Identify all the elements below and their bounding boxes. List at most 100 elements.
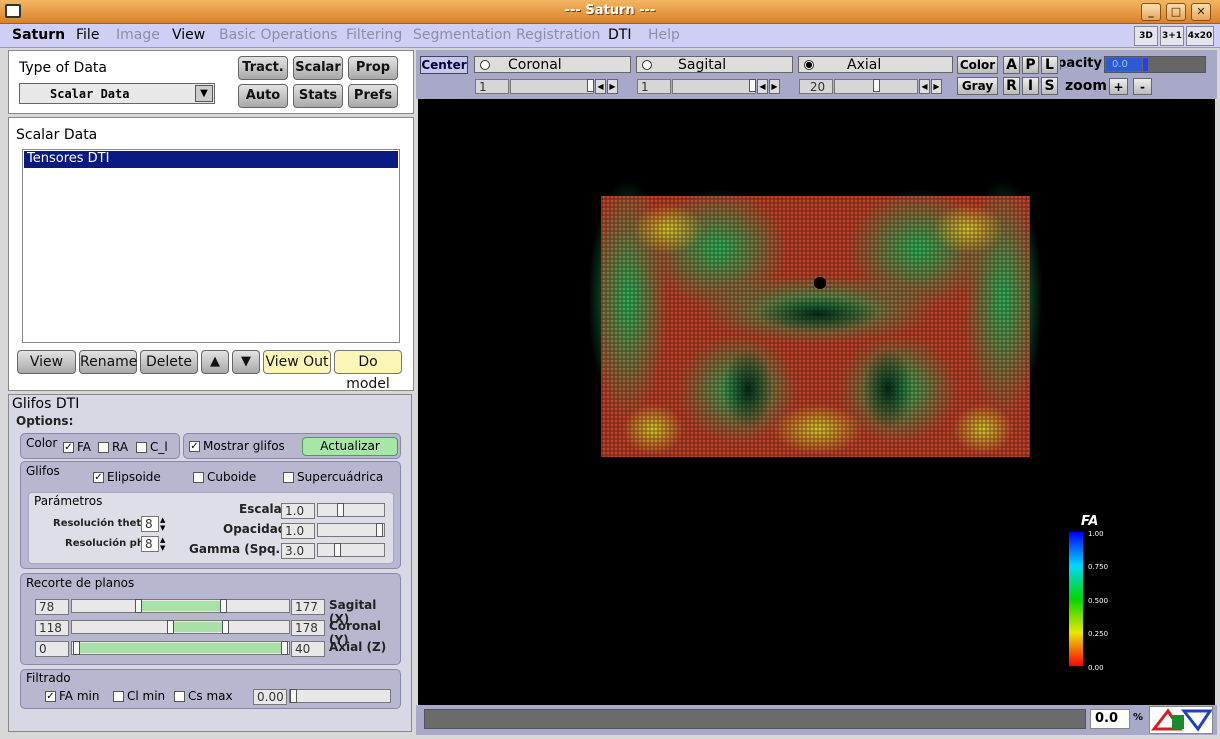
- menu-saturn[interactable]: Saturn: [12, 27, 65, 43]
- move-up-button[interactable]: ▲: [201, 350, 229, 374]
- move-down-button[interactable]: ▼: [232, 350, 260, 374]
- cuboide-checkbox[interactable]: [193, 472, 204, 483]
- fa-min-checkbox[interactable]: ✓: [45, 691, 56, 702]
- coronal-plane-toggle[interactable]: Coronal: [474, 56, 631, 73]
- menu-filtering[interactable]: Filtering: [346, 27, 402, 43]
- center-button[interactable]: Center: [420, 56, 468, 74]
- slider-thumb[interactable]: [873, 79, 880, 92]
- slider-thumb[interactable]: [334, 543, 341, 557]
- sagital-slice-slider[interactable]: [672, 79, 756, 94]
- gamma-value[interactable]: 3.0: [281, 543, 315, 559]
- coronal-min[interactable]: 118: [35, 620, 69, 636]
- menu-registration[interactable]: Registration: [516, 27, 600, 43]
- opacidad-slider[interactable]: [317, 523, 385, 537]
- orient-s-button[interactable]: S: [1041, 77, 1058, 95]
- view-3plus1-button[interactable]: 3+1: [1160, 26, 1184, 46]
- menu-basic-operations[interactable]: Basic Operations: [219, 27, 337, 43]
- axial-plane-toggle[interactable]: ● Axial: [798, 56, 953, 73]
- gamma-slider[interactable]: [317, 543, 385, 557]
- slider-thumb-min[interactable]: [167, 620, 174, 634]
- fa-checkbox[interactable]: ✓: [63, 442, 74, 453]
- view-button[interactable]: View: [17, 350, 76, 374]
- sagital-next-icon[interactable]: ▶: [769, 79, 780, 94]
- menu-file[interactable]: File: [76, 27, 99, 43]
- coronal-radio[interactable]: [480, 60, 490, 70]
- slider-thumb[interactable]: [376, 523, 383, 537]
- sagital-min[interactable]: 78: [35, 599, 69, 615]
- coronal-max[interactable]: 178: [291, 620, 325, 636]
- axial-next-icon[interactable]: ▶: [931, 79, 942, 94]
- coronal-prev-icon[interactable]: ◀: [595, 79, 606, 94]
- maximize-button[interactable]: □: [1166, 3, 1186, 21]
- auto-button[interactable]: Auto: [238, 84, 288, 108]
- slider-thumb-min[interactable]: [73, 641, 80, 655]
- cl-min-checkbox[interactable]: [113, 691, 124, 702]
- gray-button[interactable]: Gray: [957, 77, 998, 95]
- sagital-slice-value[interactable]: 1: [637, 79, 671, 94]
- axial-min[interactable]: 0: [35, 641, 69, 657]
- orient-i-button[interactable]: I: [1022, 77, 1039, 95]
- color-button[interactable]: Color: [957, 56, 998, 74]
- view-3d-button[interactable]: 3D: [1134, 26, 1158, 46]
- slider-thumb[interactable]: [290, 689, 297, 703]
- prop-button[interactable]: Prop: [348, 56, 398, 80]
- res-theta-spinner[interactable]: ▲ ▼: [160, 516, 170, 532]
- slider-thumb-min[interactable]: [135, 599, 142, 613]
- do-model-button[interactable]: Do model: [334, 350, 402, 392]
- sagital-prev-icon[interactable]: ◀: [757, 79, 768, 94]
- zoom-in-button[interactable]: +: [1109, 78, 1128, 95]
- tract-button[interactable]: Tract.: [238, 56, 288, 80]
- cs-max-checkbox[interactable]: [174, 691, 185, 702]
- slider-thumb-max[interactable]: [220, 599, 227, 613]
- coronal-range-slider[interactable]: [71, 620, 290, 634]
- axial-max[interactable]: 40: [291, 641, 325, 657]
- delete-button[interactable]: Delete: [140, 350, 198, 374]
- menu-dti[interactable]: DTI: [608, 27, 631, 43]
- minimize-button[interactable]: _: [1141, 3, 1161, 21]
- supercuadrica-checkbox[interactable]: [283, 472, 294, 483]
- opacidad-value[interactable]: 1.0: [281, 523, 315, 539]
- axial-range-slider[interactable]: [71, 641, 290, 655]
- zoom-out-button[interactable]: -: [1133, 78, 1152, 95]
- cl-checkbox[interactable]: [136, 442, 147, 453]
- slider-thumb[interactable]: [1143, 58, 1148, 71]
- scalar-button[interactable]: Scalar: [293, 56, 343, 80]
- coronal-next-icon[interactable]: ▶: [607, 79, 618, 94]
- stats-button[interactable]: Stats: [293, 84, 343, 108]
- menu-view[interactable]: View: [172, 27, 205, 43]
- res-phi-spinner[interactable]: ▲ ▼: [160, 536, 170, 552]
- sagital-plane-toggle[interactable]: Sagital: [636, 56, 793, 73]
- axial-slice-slider[interactable]: [834, 79, 918, 94]
- axial-slice-value[interactable]: 20: [799, 79, 833, 94]
- escala-slider[interactable]: [317, 503, 385, 517]
- elipsoide-checkbox[interactable]: ✓: [93, 472, 104, 483]
- escala-value[interactable]: 1.0: [281, 503, 315, 519]
- slider-thumb[interactable]: [337, 503, 344, 517]
- opacity-slider[interactable]: 0.0: [1104, 56, 1206, 73]
- menu-segmentation[interactable]: Segmentation: [413, 27, 511, 43]
- slider-thumb-max[interactable]: [281, 641, 288, 655]
- slider-thumb[interactable]: [749, 79, 756, 92]
- view-out-button[interactable]: View Out: [263, 350, 331, 374]
- axial-prev-icon[interactable]: ◀: [919, 79, 930, 94]
- close-button[interactable]: ✕: [1191, 3, 1211, 21]
- menu-image[interactable]: Image: [116, 27, 160, 43]
- sagital-max[interactable]: 177: [291, 599, 325, 615]
- menu-help[interactable]: Help: [648, 27, 680, 43]
- dti-viewport[interactable]: FA 1.00 0.750 0.500 0.250 0.00: [418, 99, 1215, 705]
- mostrar-glifos-checkbox[interactable]: ✓: [189, 441, 200, 452]
- actualizar-button[interactable]: Actualizar: [302, 437, 398, 456]
- sagital-range-slider[interactable]: [71, 599, 290, 613]
- scalar-data-list[interactable]: Tensores DTI: [22, 149, 400, 343]
- filtrado-slider[interactable]: [289, 689, 391, 703]
- orient-p-button[interactable]: P: [1022, 56, 1039, 74]
- sagital-radio[interactable]: [642, 60, 652, 70]
- coronal-slice-slider[interactable]: [510, 79, 594, 94]
- orient-a-button[interactable]: A: [1003, 56, 1020, 74]
- axial-radio[interactable]: ●: [804, 60, 814, 70]
- slider-thumb[interactable]: [587, 79, 594, 92]
- view-4x20-button[interactable]: 4x20: [1186, 26, 1214, 46]
- list-item[interactable]: Tensores DTI: [24, 151, 398, 168]
- coronal-slice-value[interactable]: 1: [475, 79, 509, 94]
- slider-thumb-max[interactable]: [222, 620, 229, 634]
